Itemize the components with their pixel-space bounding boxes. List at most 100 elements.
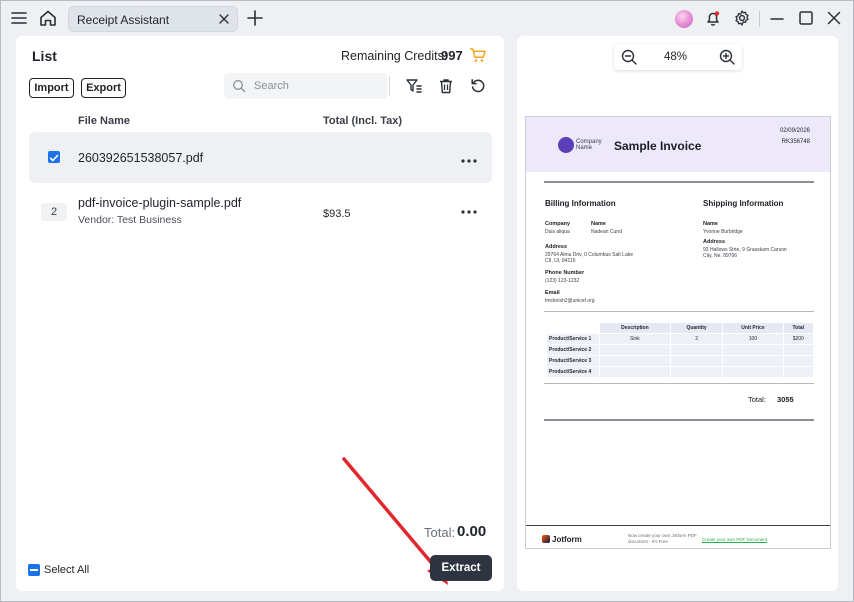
shipping-title: Shipping Information bbox=[703, 199, 784, 208]
gear-icon[interactable] bbox=[733, 9, 751, 27]
home-icon[interactable] bbox=[38, 9, 58, 27]
company-logo-text: Company Name bbox=[576, 139, 602, 151]
invoice-divider bbox=[544, 383, 814, 384]
quantity-cell bbox=[670, 345, 723, 355]
zoom-control: 48% bbox=[614, 44, 742, 70]
unit-price-cell bbox=[723, 356, 783, 366]
zoom-value: 48% bbox=[664, 51, 688, 63]
row-checkbox[interactable] bbox=[48, 151, 60, 163]
product-cell: Product/Service 3 bbox=[547, 356, 599, 366]
footer-text: Now create your own Jotform PDF document… bbox=[628, 533, 697, 544]
table-row: Product/Service 4 bbox=[547, 367, 813, 377]
description-cell bbox=[600, 345, 670, 355]
table-row[interactable]: 260392651538057.pdf bbox=[29, 132, 492, 183]
menu-icon[interactable] bbox=[10, 9, 28, 27]
bell-icon[interactable] bbox=[704, 9, 722, 27]
search-box[interactable] bbox=[224, 73, 387, 99]
product-cell: Product/Service 1 bbox=[547, 334, 599, 344]
extract-button[interactable]: Extract bbox=[430, 555, 492, 581]
toolbar-divider bbox=[389, 76, 390, 96]
select-all-checkbox[interactable] bbox=[28, 564, 40, 576]
phone-label: Phone Number bbox=[545, 270, 585, 276]
jotform-logo: Jotform bbox=[542, 535, 582, 544]
shipping-address-label: Address bbox=[703, 239, 726, 245]
select-all-label[interactable]: Select All bbox=[44, 564, 89, 576]
refresh-icon[interactable] bbox=[469, 77, 487, 95]
product-cell: Product/Service 4 bbox=[547, 367, 599, 377]
search-icon bbox=[232, 79, 246, 93]
phone-value: (123) 123-1232 bbox=[545, 278, 580, 284]
product-cell: Product/Service 2 bbox=[547, 345, 599, 355]
invoice-table: Description Quantity Unit Price Total Pr… bbox=[546, 322, 814, 378]
invoice-header: Company Name Sample Invoice 02/09/2026 R… bbox=[526, 117, 830, 172]
preview-panel: 48% Company Name Sample Invoice 02/09/20… bbox=[517, 36, 838, 591]
table-row: Product/Service 1 Sink 2 100 $200 bbox=[547, 334, 813, 344]
total-cell bbox=[783, 356, 813, 366]
billing-name: Nadean Cund bbox=[591, 229, 622, 235]
list-title: List bbox=[32, 48, 57, 64]
billing-name-label: Name bbox=[591, 221, 606, 227]
avatar[interactable] bbox=[675, 10, 693, 28]
invoice-divider bbox=[544, 419, 814, 421]
vendor-name: Vendor: Test Business bbox=[78, 214, 182, 226]
credits-value: 997 bbox=[441, 48, 463, 63]
close-window-icon[interactable] bbox=[825, 9, 843, 27]
table-header: Description bbox=[600, 323, 670, 333]
footer-divider bbox=[526, 525, 830, 526]
unit-price-cell: 100 bbox=[723, 334, 783, 344]
invoice-title: Sample Invoice bbox=[614, 139, 702, 153]
column-total[interactable]: Total (Incl. Tax) bbox=[323, 115, 402, 127]
invoice-total-value: 3055 bbox=[777, 395, 794, 404]
invoice-divider bbox=[544, 311, 814, 312]
quantity-cell bbox=[670, 356, 723, 366]
shipping-name: Yvonne Burbridge bbox=[703, 229, 743, 235]
invoice-date: 02/09/2026 bbox=[779, 128, 810, 134]
search-input[interactable] bbox=[254, 77, 379, 95]
total-cell: $200 bbox=[783, 334, 813, 344]
company-label: Company bbox=[545, 221, 571, 227]
column-file-name[interactable]: File Name bbox=[78, 115, 130, 127]
jotform-icon bbox=[542, 535, 550, 543]
total-cell bbox=[783, 345, 813, 355]
invoice-total-label: Total: bbox=[748, 395, 766, 404]
quantity-cell bbox=[670, 367, 723, 377]
row-amount: $93.5 bbox=[323, 208, 351, 220]
zoom-in-icon[interactable] bbox=[718, 48, 736, 66]
trash-icon[interactable] bbox=[437, 77, 455, 95]
unit-price-cell bbox=[723, 345, 783, 355]
more-options-icon[interactable] bbox=[460, 204, 478, 214]
tab-receipt-assistant[interactable]: Receipt Assistant bbox=[68, 6, 238, 32]
billing-title: Billing Information bbox=[545, 199, 616, 208]
tab-title: Receipt Assistant bbox=[77, 13, 170, 27]
file-name: pdf-invoice-plugin-sample.pdf bbox=[78, 196, 242, 210]
filter-icon[interactable] bbox=[405, 77, 423, 95]
export-button[interactable]: Export bbox=[81, 78, 126, 98]
import-button[interactable]: Import bbox=[29, 78, 74, 98]
table-row[interactable]: 2 pdf-invoice-plugin-sample.pdf Vendor: … bbox=[29, 189, 492, 235]
table-row: Product/Service 2 bbox=[547, 345, 813, 355]
cart-icon[interactable] bbox=[469, 46, 487, 64]
maximize-icon[interactable] bbox=[797, 9, 815, 27]
jotform-brand: Jotform bbox=[552, 535, 582, 544]
invoice-number: RK356748 bbox=[781, 139, 810, 145]
more-options-icon[interactable] bbox=[460, 153, 478, 163]
email-value: tmcknish2@unicef.org bbox=[545, 298, 595, 304]
company-logo-icon bbox=[558, 137, 574, 153]
list-panel: List Remaining Credits: 997 Import Expor… bbox=[16, 36, 504, 591]
total-cell bbox=[783, 367, 813, 377]
footer-link[interactable]: Create your own PDF Document bbox=[702, 537, 767, 542]
table-header: Total bbox=[783, 323, 813, 333]
credits-label: Remaining Credits: bbox=[341, 49, 448, 63]
row-number[interactable]: 2 bbox=[41, 203, 67, 221]
unit-price-cell bbox=[723, 367, 783, 377]
description-cell bbox=[600, 367, 670, 377]
plus-icon[interactable] bbox=[246, 9, 264, 27]
shipping-address: 93 Hallows Strte, 9 Grasskam Carson City… bbox=[703, 247, 787, 259]
titlebar-divider bbox=[759, 11, 760, 27]
zoom-out-icon[interactable] bbox=[620, 48, 638, 66]
close-icon[interactable] bbox=[217, 12, 231, 26]
table-header: Quantity bbox=[670, 323, 723, 333]
minimize-icon[interactable] bbox=[768, 9, 786, 27]
shipping-name-label: Name bbox=[703, 221, 718, 227]
billing-address: 29764 Almu Driv, 0 Columbus Salt Lake CI… bbox=[545, 252, 634, 264]
